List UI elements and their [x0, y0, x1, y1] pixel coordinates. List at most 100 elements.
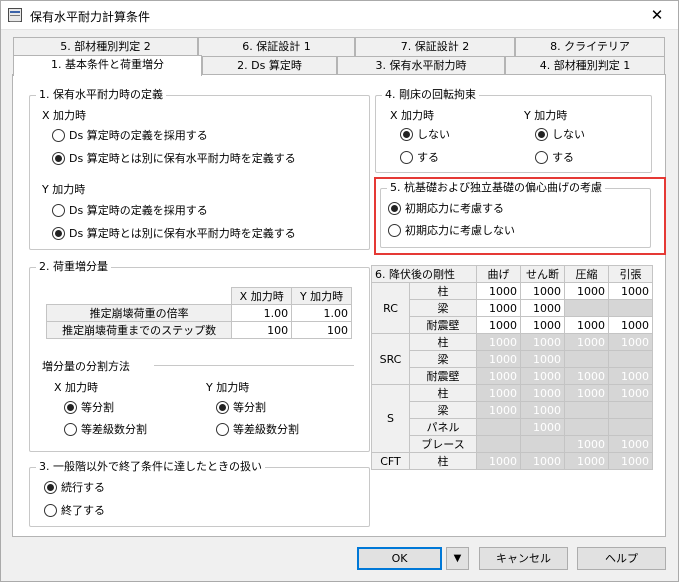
x-arithmetic-division-radio[interactable]: 等差級数分割: [64, 423, 147, 439]
group-capacity-definition: 1. 保有水平耐力時の定義 X 加力時 Ds 算定時の定義を採用する Ds 算定…: [29, 88, 370, 250]
src-wall-compression-cell: 1000: [564, 367, 609, 385]
cft-column-tension-cell: 1000: [608, 452, 653, 470]
x-no-restraint-radio[interactable]: しない: [400, 128, 450, 144]
cft-column-shear-cell: 1000: [520, 452, 565, 470]
y-direction-label: Y 加力時: [206, 381, 250, 394]
radio-icon: [44, 504, 57, 517]
src-column-shear-cell: 1000: [520, 333, 565, 351]
radio-selected-icon: [388, 202, 401, 215]
disabled-cell: [520, 435, 565, 453]
tab-member-class-1[interactable]: 4. 部材種別判定 1: [505, 56, 665, 75]
y-arithmetic-division-radio[interactable]: 等差級数分割: [216, 423, 299, 439]
title-bar: 保有水平耐力計算条件 ✕: [0, 0, 679, 30]
rc-beam-shear-input[interactable]: 1000: [520, 299, 565, 317]
rc-column-shear-input[interactable]: 1000: [520, 282, 565, 300]
col-x-header: X 加力時: [231, 287, 293, 305]
y-restraint-radio[interactable]: する: [535, 151, 574, 167]
s-brace-label: ブレース: [409, 435, 477, 453]
rc-column-compression-input[interactable]: 1000: [564, 282, 609, 300]
group-legend: 4. 剛床の回転拘束: [382, 88, 479, 102]
s-column-tension-cell: 1000: [608, 384, 653, 402]
s-beam-label: 梁: [409, 401, 477, 419]
group-legend: 2. 荷重増分量: [36, 260, 111, 274]
rc-wall-tension-input[interactable]: 1000: [608, 316, 653, 334]
row-step-count-label: 推定崩壊荷重までのステップ数: [45, 321, 233, 339]
rc-wall-compression-input[interactable]: 1000: [564, 316, 609, 334]
s-beam-shear-cell: 1000: [520, 401, 565, 419]
ignore-initial-stress-radio[interactable]: 初期応力に考慮しない: [388, 224, 515, 240]
rc-wall-shear-input[interactable]: 1000: [520, 316, 565, 334]
disabled-cell: [476, 435, 521, 453]
cft-group-label: CFT: [371, 452, 410, 470]
rc-group-label: RC: [371, 282, 410, 334]
cft-column-label: 柱: [409, 452, 477, 470]
tab-horizontal-capacity[interactable]: 3. 保有水平耐力時: [337, 56, 505, 75]
increment-table: X 加力時 Y 加力時 推定崩壊荷重の倍率 1.00 1.00 推定崩壊荷重まで…: [45, 287, 352, 339]
y-equal-division-radio[interactable]: 等分割: [216, 401, 266, 417]
src-column-bending-cell: 1000: [476, 333, 521, 351]
y-direction-label: Y 加力時: [42, 183, 86, 196]
radio-selected-icon: [52, 227, 65, 240]
group-rigid-floor-rotation: 4. 剛床の回転拘束 X 加力時 Y 加力時 しない する しない する: [375, 88, 652, 173]
step-count-y-input[interactable]: 100: [291, 321, 352, 339]
collapse-factor-y-input[interactable]: 1.00: [291, 304, 352, 322]
x-separate-definition-radio[interactable]: Ds 算定時とは別に保有水平耐力時を定義する: [52, 152, 296, 168]
s-group-label: S: [371, 384, 410, 453]
radio-icon: [216, 423, 229, 436]
continue-radio[interactable]: 続行する: [44, 481, 105, 497]
col-bending-header: 曲げ: [476, 265, 521, 283]
y-use-ds-definition-radio[interactable]: Ds 算定時の定義を採用する: [52, 204, 208, 220]
x-direction-label: X 加力時: [42, 109, 87, 122]
ok-button[interactable]: OK: [357, 547, 442, 570]
rc-column-bending-input[interactable]: 1000: [476, 282, 521, 300]
tab-guarantee-design-2[interactable]: 7. 保証設計 2: [355, 37, 515, 56]
help-button[interactable]: ヘルプ: [577, 547, 666, 570]
consider-initial-stress-radio[interactable]: 初期応力に考慮する: [388, 202, 504, 218]
src-wall-shear-cell: 1000: [520, 367, 565, 385]
src-beam-shear-cell: 1000: [520, 350, 565, 368]
cancel-button[interactable]: キャンセル: [479, 547, 568, 570]
rc-column-tension-input[interactable]: 1000: [608, 282, 653, 300]
tab-criteria[interactable]: 8. クライテリア: [515, 37, 665, 56]
post-yield-stiffness-table: 6. 降伏後の剛性 曲げ せん断 圧縮 引張 RC 柱 1000 1000 10…: [371, 265, 653, 470]
disabled-cell: [564, 418, 609, 436]
src-beam-label: 梁: [409, 350, 477, 368]
x-equal-division-radio[interactable]: 等分割: [64, 401, 114, 417]
window-title: 保有水平耐力計算条件: [30, 10, 151, 24]
tab-basic-conditions[interactable]: 1. 基本条件と荷重増分: [13, 55, 202, 76]
group-load-increment: 2. 荷重増分量 X 加力時 Y 加力時 推定崩壊荷重の倍率 1.00 1.00…: [29, 260, 370, 452]
radio-icon: [400, 151, 413, 164]
tab-guarantee-design-1[interactable]: 6. 保証設計 1: [198, 37, 355, 56]
y-separate-definition-radio[interactable]: Ds 算定時とは別に保有水平耐力時を定義する: [52, 227, 296, 243]
x-restraint-radio[interactable]: する: [400, 151, 439, 167]
ok-dropdown-icon[interactable]: ▼: [446, 547, 469, 570]
s-panel-label: パネル: [409, 418, 477, 436]
y-no-restraint-radio[interactable]: しない: [535, 128, 585, 144]
rc-wall-label: 耐震壁: [409, 316, 477, 334]
step-count-x-input[interactable]: 100: [231, 321, 293, 339]
app-icon: [8, 8, 22, 22]
division-method-label: 増分量の分割方法: [42, 360, 130, 373]
collapse-factor-x-input[interactable]: 1.00: [231, 304, 293, 322]
s-panel-shear-cell: 1000: [520, 418, 565, 436]
s-beam-bending-cell: 1000: [476, 401, 521, 419]
tab-member-class-2[interactable]: 5. 部材種別判定 2: [13, 37, 198, 56]
radio-icon: [52, 204, 65, 217]
s-column-bending-cell: 1000: [476, 384, 521, 402]
rc-beam-bending-input[interactable]: 1000: [476, 299, 521, 317]
x-use-ds-definition-radio[interactable]: Ds 算定時の定義を採用する: [52, 129, 208, 145]
tab-ds-calculation[interactable]: 2. Ds 算定時: [202, 56, 337, 75]
disabled-cell: [564, 350, 609, 368]
radio-selected-icon: [400, 128, 413, 141]
tab-panel: 1. 保有水平耐力時の定義 X 加力時 Ds 算定時の定義を採用する Ds 算定…: [12, 74, 666, 537]
cft-column-compression-cell: 1000: [564, 452, 609, 470]
close-icon[interactable]: ✕: [635, 0, 679, 30]
radio-icon: [64, 423, 77, 436]
terminate-radio[interactable]: 終了する: [44, 504, 105, 520]
rc-wall-bending-input[interactable]: 1000: [476, 316, 521, 334]
src-column-label: 柱: [409, 333, 477, 351]
y-direction-label: Y 加力時: [524, 109, 568, 122]
group-legend: 1. 保有水平耐力時の定義: [36, 88, 166, 102]
radio-icon: [52, 129, 65, 142]
radio-selected-icon: [216, 401, 229, 414]
